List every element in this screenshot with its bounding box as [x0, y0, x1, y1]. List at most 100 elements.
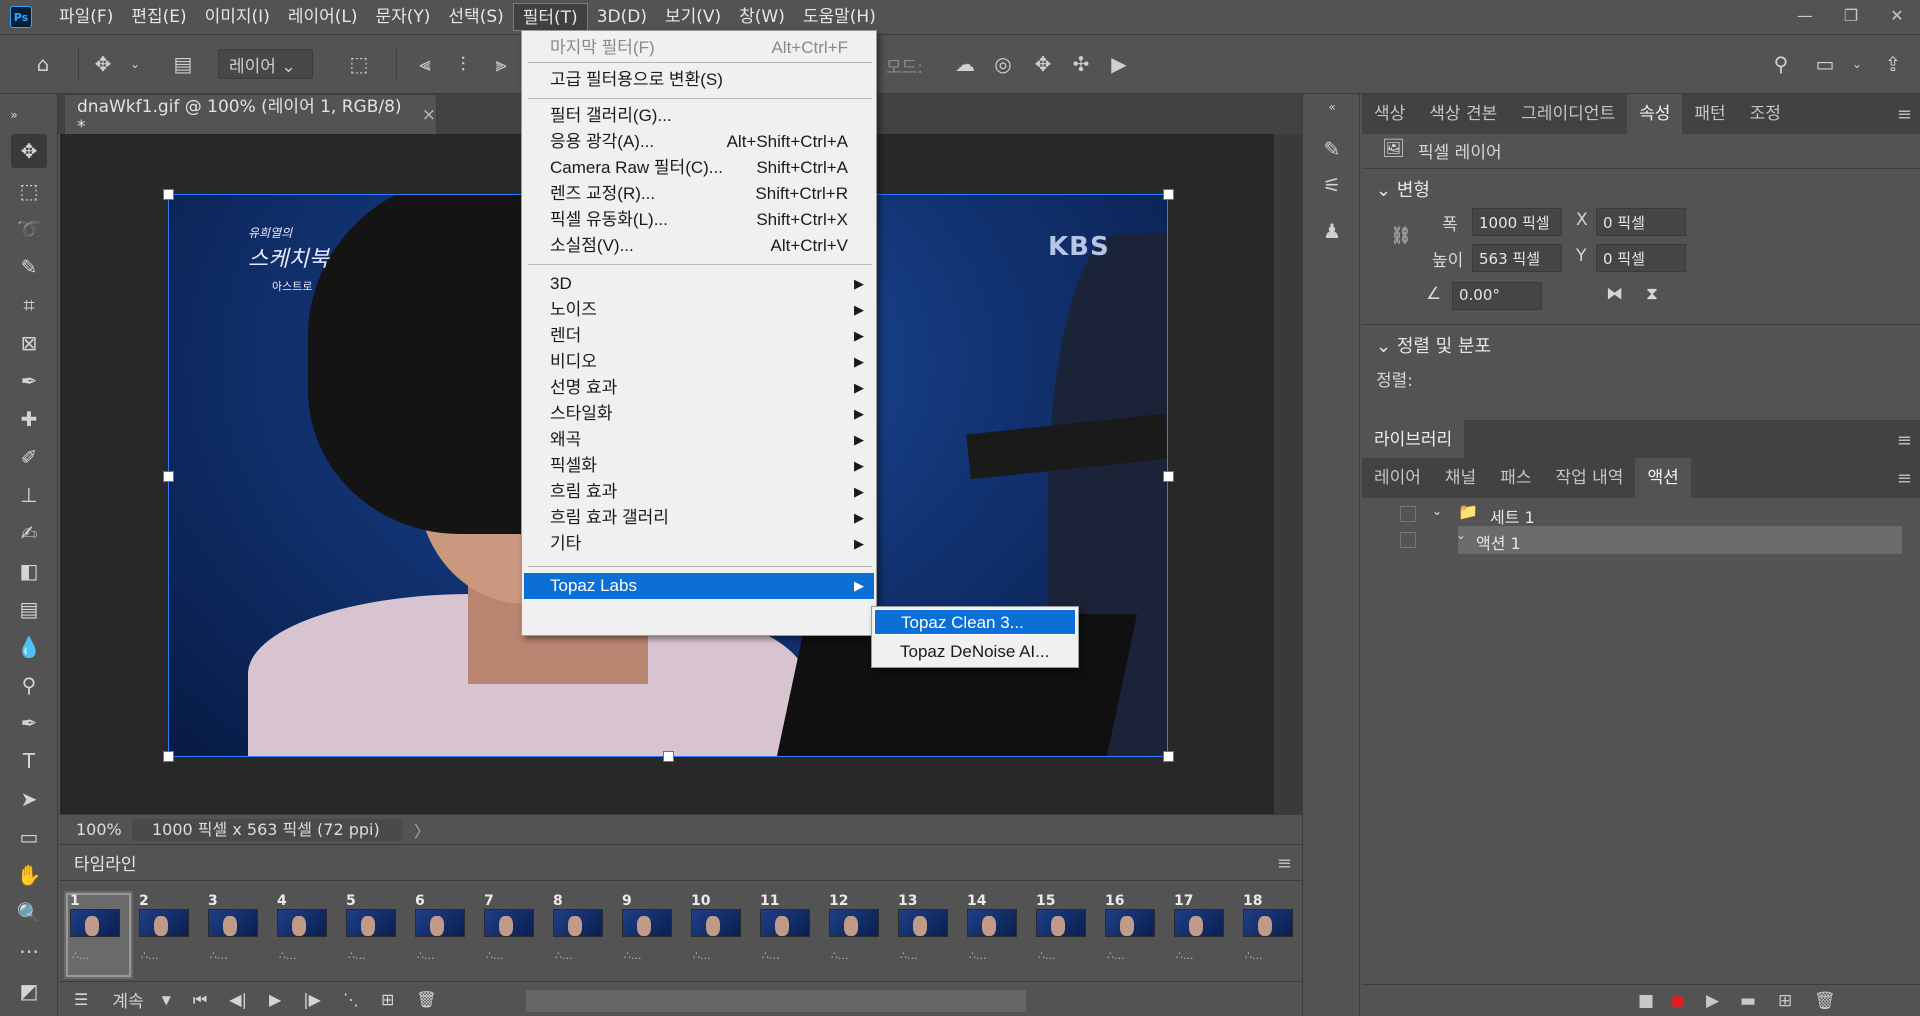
delete-frame-icon[interactable]: 🗑	[416, 990, 436, 1009]
collapse-icon[interactable]: «	[1317, 92, 1347, 122]
3d-pan-icon[interactable]: ✥	[1028, 49, 1058, 79]
action-set-row[interactable]: ⌄ 📁 세트 1	[1362, 500, 1902, 528]
menu-edit[interactable]: 편집(E)	[122, 3, 195, 31]
frame-delay[interactable]: ∴...	[900, 949, 918, 962]
tab-color[interactable]: 색상	[1362, 94, 1417, 134]
tween-icon[interactable]: ⋱	[343, 990, 359, 1009]
filter-menu-item[interactable]: 렌더 ▶	[524, 323, 874, 349]
menu-window[interactable]: 창(W)	[730, 3, 794, 31]
frame-delay[interactable]: ∴...	[762, 949, 780, 962]
document-tab[interactable]: dnaWkf1.gif @ 100% (레이어 1, RGB/8) * ×	[64, 94, 437, 137]
chevron-down-icon[interactable]: ⌄	[120, 49, 150, 79]
frame-delay[interactable]: ∴...	[1107, 949, 1125, 962]
previous-frame-icon[interactable]: ◀|	[229, 990, 247, 1009]
history-brush-tool-icon[interactable]: ✍	[11, 516, 47, 550]
move-tool-icon[interactable]: ✥	[11, 134, 47, 168]
timeline-frame[interactable]: 4 ∴...	[271, 891, 340, 979]
chevron-down-icon[interactable]: ⌄	[1432, 504, 1442, 518]
frame-delay[interactable]: ∴...	[831, 949, 849, 962]
menu-file[interactable]: 파일(F)	[50, 3, 122, 31]
tab-gradients[interactable]: 그레이디언트	[1509, 94, 1627, 134]
frame-delay[interactable]: ∴...	[624, 949, 642, 962]
tab-adjustments[interactable]: 조정	[1738, 94, 1793, 134]
menu-help[interactable]: 도움말(H)	[794, 3, 885, 31]
crop-tool-icon[interactable]: ⌗	[11, 288, 47, 322]
zoom-level[interactable]: 100%	[60, 820, 132, 839]
3d-camera-icon[interactable]: ▶	[1104, 49, 1134, 79]
pen-tool-icon[interactable]: ✒	[11, 706, 47, 740]
frame-delay[interactable]: ∴...	[693, 949, 711, 962]
tab-properties[interactable]: 속성	[1627, 94, 1683, 134]
timeline-frame[interactable]: 3 ∴...	[202, 891, 271, 979]
path-select-tool-icon[interactable]: ➤	[11, 782, 47, 816]
tab-libraries[interactable]: 라이브러리	[1362, 420, 1465, 460]
tab-paths[interactable]: 패스	[1488, 458, 1543, 498]
first-frame-icon[interactable]: ⏮	[193, 990, 207, 1010]
frame-delay[interactable]: ∴...	[555, 949, 573, 962]
panel-menu-icon[interactable]: ≡	[1277, 853, 1292, 874]
lasso-tool-icon[interactable]: ➰	[11, 212, 47, 246]
frame-delay[interactable]: ∴...	[486, 949, 504, 962]
panel-menu-icon[interactable]: ≡	[1897, 468, 1912, 489]
align-center-icon[interactable]: ⫶	[448, 49, 478, 79]
menu-type[interactable]: 문자(Y)	[366, 3, 439, 31]
frame-delay[interactable]: ∴...	[969, 949, 987, 962]
workspace-icon[interactable]: ▭	[1810, 49, 1840, 79]
filter-menu-item[interactable]: 흐림 효과 ▶	[524, 479, 874, 505]
rectangle-tool-icon[interactable]: ▭	[11, 820, 47, 854]
frame-delay[interactable]: ∴...	[348, 949, 366, 962]
menu-select[interactable]: 선택(S)	[439, 3, 512, 31]
timeline-title[interactable]: 타임라인	[74, 850, 137, 875]
3d-orbit-icon[interactable]: ☁	[950, 49, 980, 79]
hand-tool-icon[interactable]: ✋	[11, 858, 47, 892]
timeline-frame[interactable]: 13 ∴...	[892, 891, 961, 979]
layer-select-dropdown[interactable]: 레이어 ⌄	[218, 49, 313, 79]
filter-menu-item[interactable]: 노이즈 ▶	[524, 297, 874, 323]
brush-settings-icon[interactable]: ✎	[1317, 134, 1347, 164]
new-set-icon[interactable]: ▬	[1740, 991, 1756, 1011]
home-icon[interactable]: ⌂	[28, 49, 58, 79]
panel-menu-icon[interactable]: ≡	[1897, 430, 1912, 451]
search-icon[interactable]: ⚲	[1766, 49, 1796, 79]
convert-timeline-icon[interactable]: ☰	[74, 990, 88, 1009]
play-icon[interactable]: ▶	[1706, 991, 1719, 1011]
frame-tool-icon[interactable]: ⊠	[11, 326, 47, 360]
filter-menu-item[interactable]: 3D ▶	[524, 271, 874, 297]
menu-item-topaz-denoise[interactable]: Topaz DeNoise AI...	[874, 639, 1076, 665]
type-tool-icon[interactable]: T	[11, 744, 47, 778]
blur-tool-icon[interactable]: 💧	[11, 630, 47, 664]
timeline-frame[interactable]: 15 ∴...	[1030, 891, 1099, 979]
filter-menu-item[interactable]: 왜곡 ▶	[524, 427, 874, 453]
filter-menu-item[interactable]: 기타 ▶	[524, 531, 874, 557]
filter-menu-item[interactable]: 소실점(V)... Alt+Ctrl+V	[524, 233, 874, 259]
menu-item-topaz-clean[interactable]: Topaz Clean 3...	[874, 609, 1076, 635]
align-section-toggle[interactable]: ⌄ 정렬 및 분포	[1376, 332, 1491, 358]
timeline-frame[interactable]: 11 ∴...	[754, 891, 823, 979]
timeline-scrollbar[interactable]	[526, 990, 1026, 1012]
timeline-frame[interactable]: 1 ∴...	[64, 891, 133, 979]
collapse-icon[interactable]: »	[4, 98, 24, 132]
filter-menu-item[interactable]: 고급 필터용으로 변환(S)	[524, 67, 874, 93]
menu-3d[interactable]: 3D(D)	[588, 3, 656, 31]
timeline-frame[interactable]: 12 ∴...	[823, 891, 892, 979]
stamp-tool-icon[interactable]: ⊥	[11, 478, 47, 512]
play-icon[interactable]: ▶	[269, 990, 281, 1009]
chevron-down-icon[interactable]: ▼	[162, 993, 171, 1007]
delete-icon[interactable]: 🗑	[1814, 991, 1836, 1011]
close-icon[interactable]: ×	[422, 105, 436, 125]
eyedropper-tool-icon[interactable]: ✒	[11, 364, 47, 398]
eraser-tool-icon[interactable]: ◧	[11, 554, 47, 588]
frame-delay[interactable]: ∴...	[417, 949, 435, 962]
tab-layers[interactable]: 레이어	[1362, 458, 1433, 498]
filter-menu-item[interactable]: 응용 광각(A)... Alt+Shift+Ctrl+A	[524, 129, 874, 155]
character-icon[interactable]: ♟	[1317, 216, 1347, 246]
frame-delay[interactable]: ∴...	[141, 949, 159, 962]
quick-select-tool-icon[interactable]: ✎	[11, 250, 47, 284]
filter-menu-item[interactable]: Topaz Labs ▶	[524, 573, 874, 599]
action-toggle-checkbox[interactable]	[1400, 506, 1416, 522]
restore-button[interactable]: ❐	[1828, 0, 1874, 30]
more-tools-icon[interactable]: ⋯	[11, 934, 47, 968]
tab-history[interactable]: 작업 내역	[1543, 458, 1635, 498]
y-field[interactable]: 0 픽셀	[1596, 244, 1686, 272]
tab-actions[interactable]: 액션	[1635, 458, 1691, 498]
